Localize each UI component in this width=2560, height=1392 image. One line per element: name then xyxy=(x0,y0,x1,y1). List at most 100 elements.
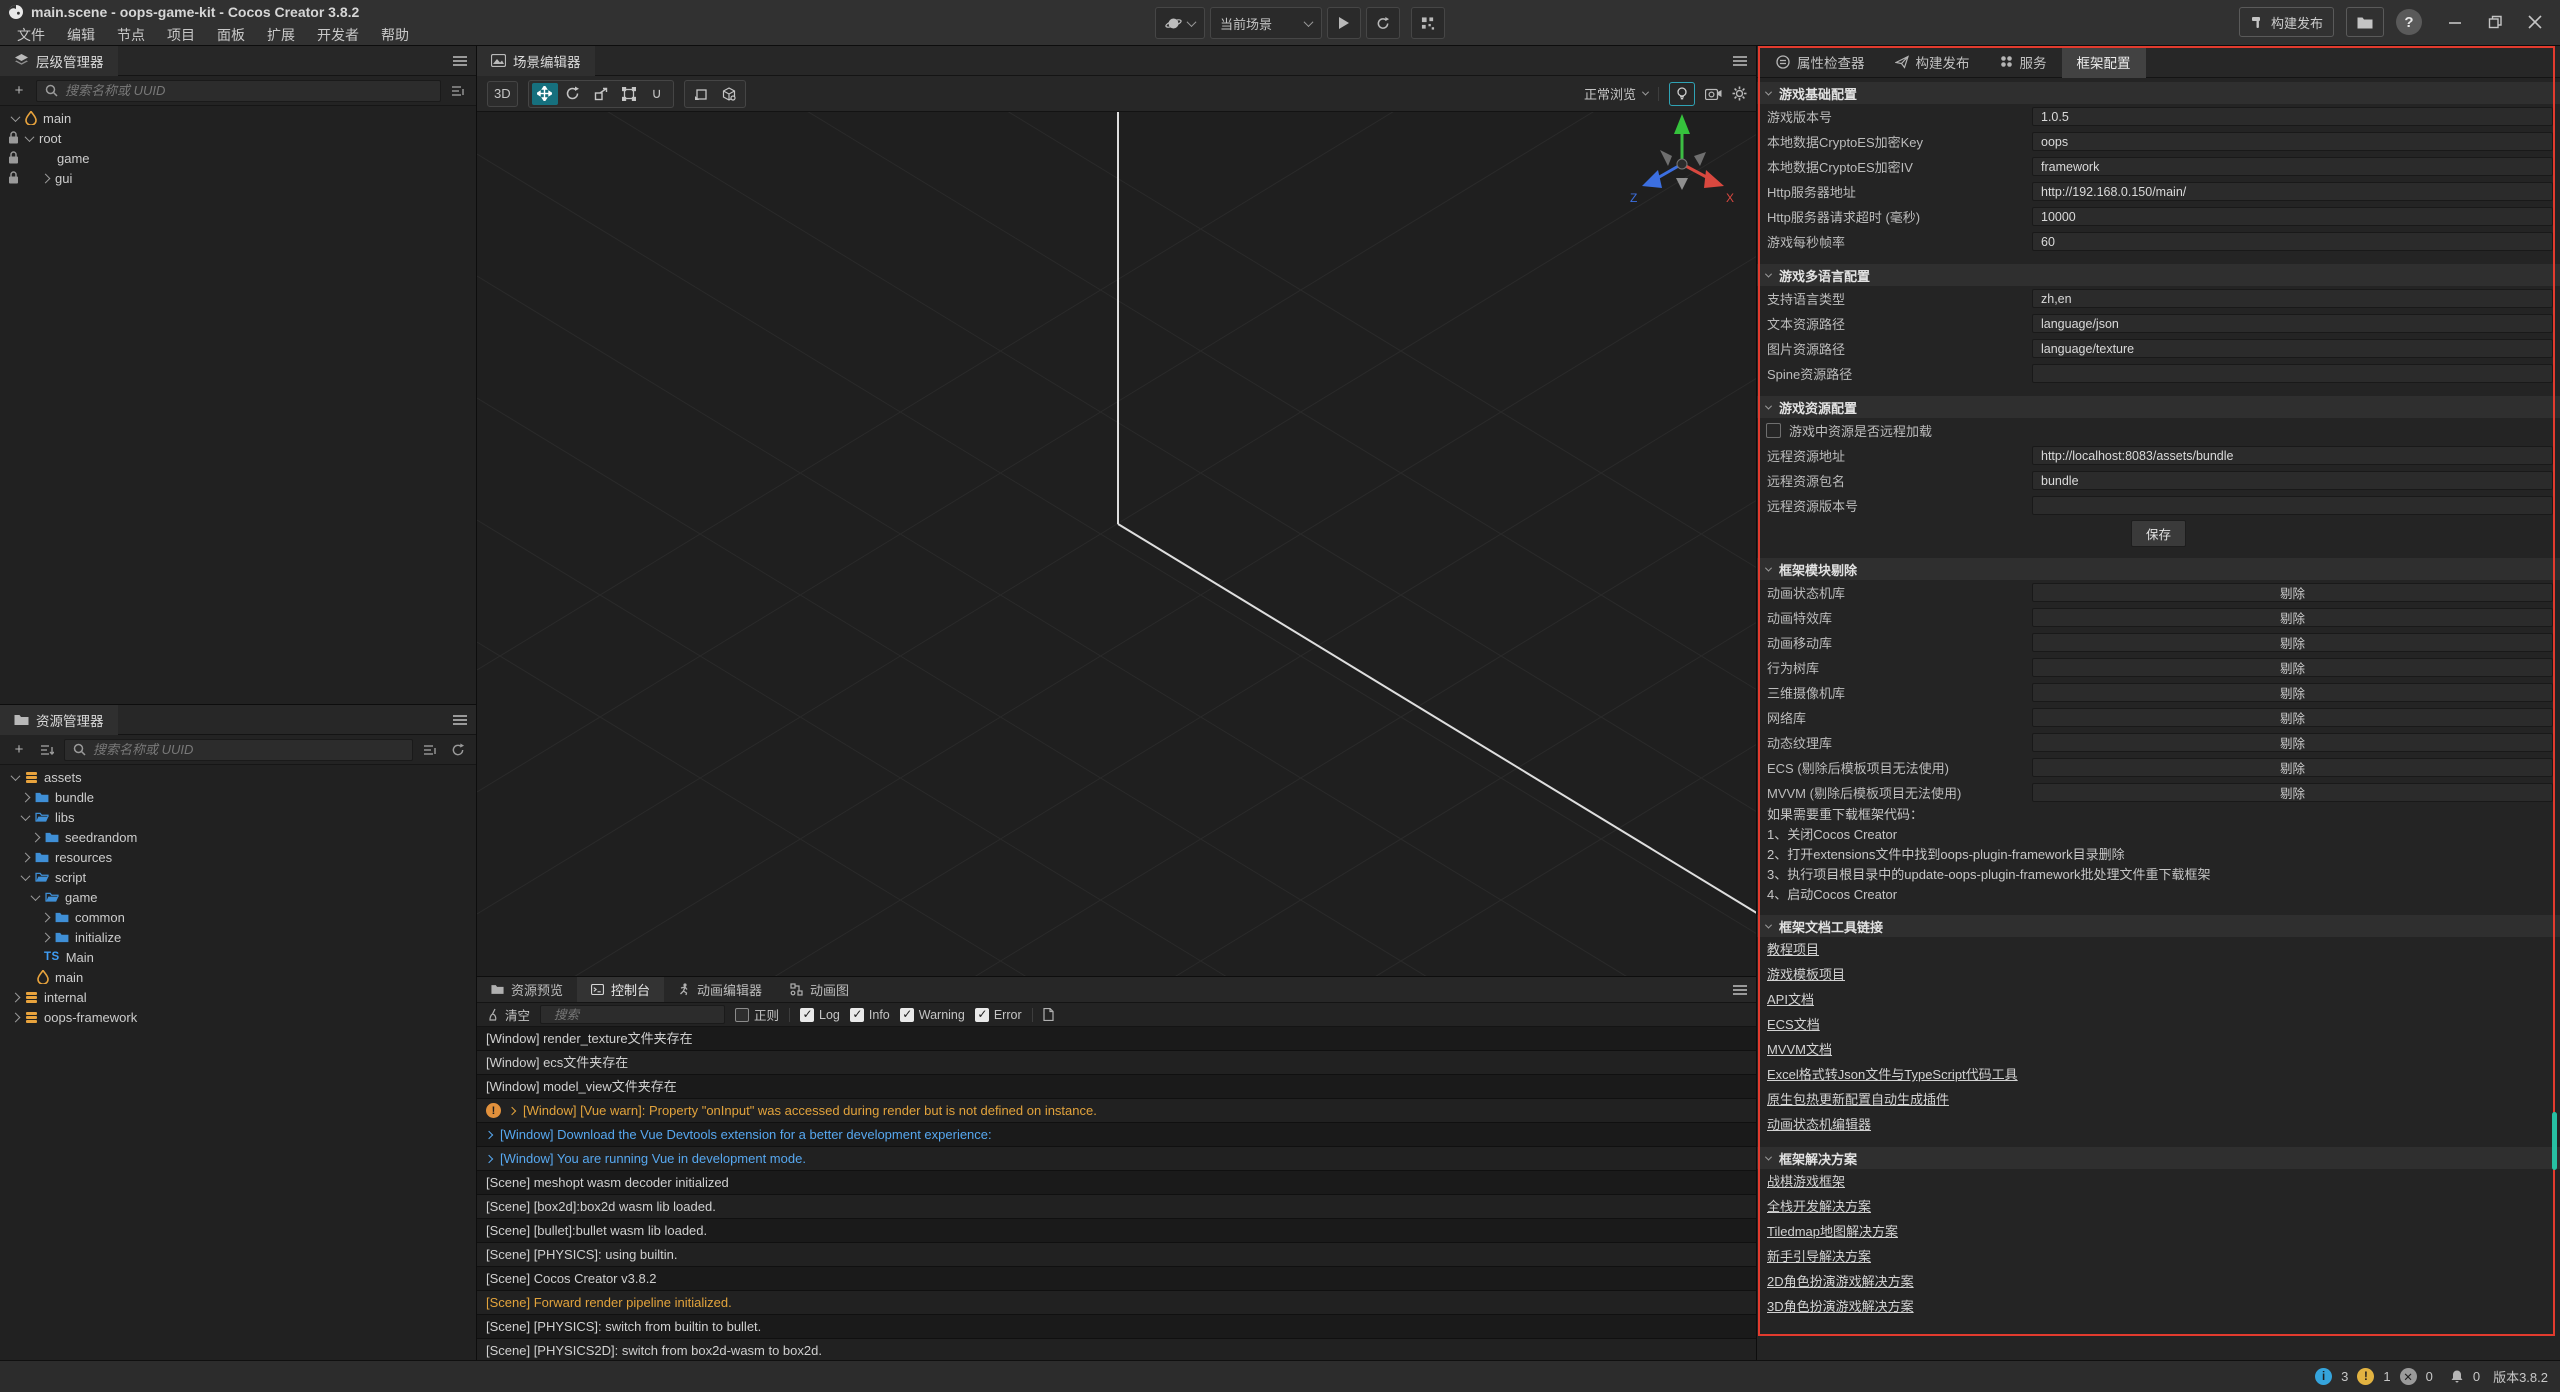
rect-tool-button[interactable] xyxy=(616,83,642,105)
link-guide-solution[interactable]: 新手引导解决方案 xyxy=(1757,1244,2560,1269)
save-button[interactable]: 保存 xyxy=(2131,520,2186,547)
hierarchy-search-input[interactable] xyxy=(65,83,432,98)
assets-search[interactable] xyxy=(64,739,413,761)
chevron-right-icon[interactable] xyxy=(11,992,21,1002)
move-tool-button[interactable] xyxy=(532,83,558,105)
dimension-toggle-button[interactable]: 3D xyxy=(487,81,518,107)
crypto-iv-input[interactable] xyxy=(2032,157,2553,176)
remove-network-button[interactable]: 剔除 xyxy=(2032,708,2553,727)
asset-node-common[interactable]: common xyxy=(0,907,477,927)
http-timeout-input[interactable] xyxy=(2032,207,2553,226)
log-file-icon[interactable] xyxy=(1043,1008,1054,1021)
remove-anim-effect-button[interactable]: 剔除 xyxy=(2032,608,2553,627)
regex-checkbox[interactable]: 正则 xyxy=(735,1005,779,1024)
chevron-right-icon[interactable] xyxy=(41,173,51,183)
link-api-docs[interactable]: API文档 xyxy=(1757,987,2560,1012)
scene-menu-icon[interactable] xyxy=(1733,54,1747,68)
view-mode-dropdown[interactable]: 正常浏览 xyxy=(1584,84,1648,103)
tab-animation-graph[interactable]: 动画图 xyxy=(776,977,863,1002)
coordinate-mode-button[interactable] xyxy=(716,83,742,105)
section-language-config[interactable]: 游戏多语言配置 xyxy=(1757,264,2560,286)
remove-anim-state-button[interactable]: 剔除 xyxy=(2032,583,2553,602)
image-path-input[interactable] xyxy=(2032,339,2553,358)
tab-services[interactable]: 服务 xyxy=(1985,46,2062,78)
console-row-info[interactable]: [Window] You are running Vue in developm… xyxy=(477,1147,1757,1171)
tab-asset-preview[interactable]: 资源预览 xyxy=(477,977,577,1002)
orientation-gizmo[interactable]: X Z xyxy=(1622,112,1742,226)
hierarchy-menu-icon[interactable] xyxy=(453,54,467,68)
link-template-project[interactable]: 游戏模板项目 xyxy=(1757,962,2560,987)
tab-hierarchy[interactable]: 层级管理器 xyxy=(0,46,118,76)
chevron-right-icon[interactable] xyxy=(31,832,41,842)
http-server-input[interactable] xyxy=(2032,182,2553,201)
link-2d-rpg-solution[interactable]: 2D角色扮演游戏解决方案 xyxy=(1757,1269,2560,1294)
gizmo-union-tool-button[interactable]: ∪ xyxy=(644,83,670,105)
filter-log-checkbox[interactable]: Log xyxy=(800,1008,840,1022)
link-ecs-docs[interactable]: ECS文档 xyxy=(1757,1012,2560,1037)
chevron-right-icon[interactable] xyxy=(41,912,51,922)
tab-animation-editor[interactable]: 动画编辑器 xyxy=(664,977,776,1002)
spine-path-input[interactable] xyxy=(2032,364,2553,383)
menu-file[interactable]: 文件 xyxy=(6,25,56,45)
assets-filter-icon[interactable] xyxy=(419,740,441,760)
open-project-folder-button[interactable] xyxy=(2346,7,2384,37)
asset-node-initialize[interactable]: initialize xyxy=(0,927,477,947)
asset-node-main-scene[interactable]: main xyxy=(0,967,477,987)
tab-assets[interactable]: 资源管理器 xyxy=(0,705,118,735)
section-docs-links[interactable]: 框架文档工具链接 xyxy=(1757,915,2560,937)
languages-input[interactable] xyxy=(2032,289,2553,308)
link-tiledmap-solution[interactable]: Tiledmap地图解决方案 xyxy=(1757,1219,2560,1244)
remove-dynamic-texture-button[interactable]: 剔除 xyxy=(2032,733,2553,752)
console-search-input[interactable] xyxy=(554,1008,717,1022)
remove-camera-button[interactable]: 剔除 xyxy=(2032,683,2553,702)
filter-warning-checkbox[interactable]: Warning xyxy=(900,1008,965,1022)
menu-node[interactable]: 节点 xyxy=(106,25,156,45)
tab-console[interactable]: 控制台 xyxy=(577,977,664,1002)
expand-icon[interactable] xyxy=(485,1130,493,1138)
hierarchy-node-game[interactable]: game xyxy=(0,148,477,168)
link-mvvm-docs[interactable]: MVVM文档 xyxy=(1757,1037,2560,1062)
menu-help[interactable]: 帮助 xyxy=(370,25,420,45)
section-basic-config[interactable]: 游戏基础配置 xyxy=(1757,82,2560,104)
play-button[interactable] xyxy=(1327,7,1361,39)
fps-input[interactable] xyxy=(2032,232,2553,251)
preview-device-button[interactable] xyxy=(1411,7,1445,39)
chevron-down-icon[interactable] xyxy=(11,112,21,122)
menu-extension[interactable]: 扩展 xyxy=(256,25,306,45)
close-button[interactable] xyxy=(2528,15,2542,29)
asset-node-bundle[interactable]: bundle xyxy=(0,787,477,807)
hierarchy-search[interactable] xyxy=(36,80,441,102)
link-anim-state-editor[interactable]: 动画状态机编辑器 xyxy=(1757,1112,2560,1137)
inspector-scrollbar-thumb[interactable] xyxy=(2552,1112,2557,1170)
chevron-down-icon[interactable] xyxy=(11,771,21,781)
bell-icon[interactable] xyxy=(2450,1369,2464,1384)
warning-count-icon[interactable]: ! xyxy=(2357,1368,2374,1385)
tab-framework-config[interactable]: 框架配置 xyxy=(2062,46,2146,78)
section-module-trim[interactable]: 框架模块剔除 xyxy=(1757,558,2560,580)
hierarchy-node-root[interactable]: root xyxy=(0,128,477,148)
chevron-down-icon[interactable] xyxy=(25,132,35,142)
link-hotupdate-plugin[interactable]: 原生包热更新配置自动生成插件 xyxy=(1757,1087,2560,1112)
asset-node-internal[interactable]: internal xyxy=(0,987,477,1007)
assets-sort-icon[interactable] xyxy=(36,740,58,760)
asset-node-main-ts[interactable]: TS Main xyxy=(0,947,477,967)
menu-developer[interactable]: 开发者 xyxy=(306,25,370,45)
chevron-down-icon[interactable] xyxy=(31,891,41,901)
link-tutorial-project[interactable]: 教程项目 xyxy=(1757,937,2560,962)
game-version-input[interactable] xyxy=(2032,107,2553,126)
link-excel-tool[interactable]: Excel格式转Json文件与TypeScript代码工具 xyxy=(1757,1062,2560,1087)
asset-node-oops-framework[interactable]: oops-framework xyxy=(0,1007,477,1027)
filter-info-checkbox[interactable]: Info xyxy=(850,1008,890,1022)
hierarchy-filter-icon[interactable] xyxy=(447,81,469,101)
link-fullstack-solution[interactable]: 全栈开发解决方案 xyxy=(1757,1194,2560,1219)
camera-icon[interactable] xyxy=(1705,87,1722,100)
section-solutions[interactable]: 框架解决方案 xyxy=(1757,1147,2560,1169)
remote-version-input[interactable] xyxy=(2032,496,2553,515)
console-search[interactable] xyxy=(540,1005,725,1024)
tab-scene-editor[interactable]: 场景编辑器 xyxy=(477,46,595,76)
menu-project[interactable]: 项目 xyxy=(156,25,206,45)
info-count-icon[interactable]: i xyxy=(2315,1368,2332,1385)
hierarchy-node-gui[interactable]: gui xyxy=(0,168,477,188)
restart-button[interactable] xyxy=(1366,7,1400,39)
scene-viewport[interactable]: X Z xyxy=(477,112,1757,1006)
